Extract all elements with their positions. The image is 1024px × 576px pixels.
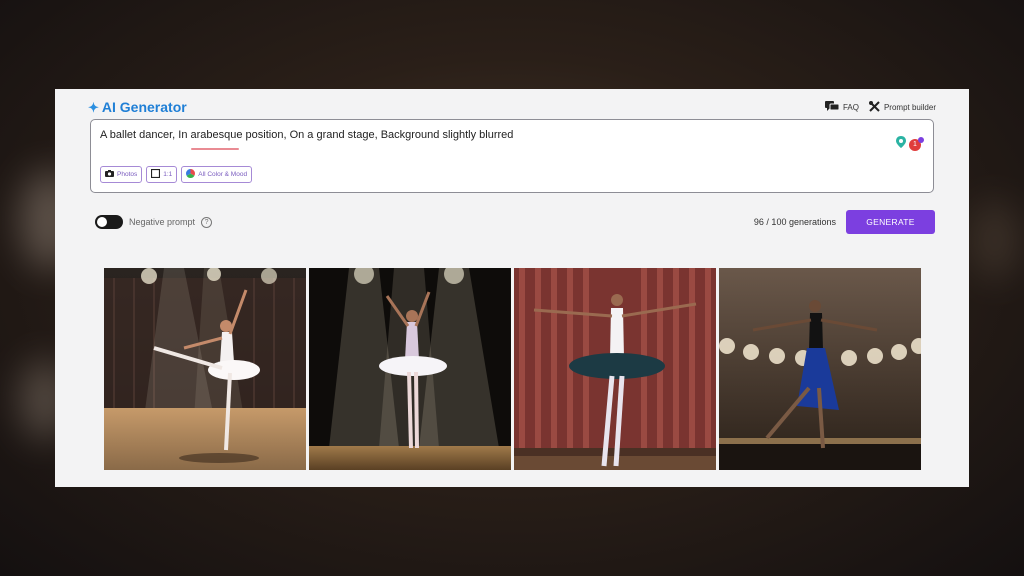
generate-button[interactable]: GENERATE xyxy=(846,210,935,234)
brand: ✦ AI Generator xyxy=(88,99,187,115)
sparkle-icon: ✦ xyxy=(88,99,99,115)
chip-label: 1:1 xyxy=(163,171,173,178)
faq-label: FAQ xyxy=(842,102,859,112)
chat-bubbles-icon xyxy=(824,100,840,114)
generated-image[interactable] xyxy=(309,268,511,470)
prompt-text[interactable]: A ballet dancer, In arabesque position, … xyxy=(100,129,513,141)
faq-link[interactable]: FAQ xyxy=(824,100,859,114)
generated-image[interactable] xyxy=(104,268,306,470)
controls-row: Negative prompt ? 96 / 100 generations G… xyxy=(95,210,935,234)
prompt-input[interactable]: A ballet dancer, In arabesque position, … xyxy=(90,119,934,193)
prompt-icons: 1 xyxy=(896,135,924,153)
chip-label: All Color & Mood xyxy=(198,171,248,178)
spellcheck-underline xyxy=(191,148,239,150)
chip-label: Photos xyxy=(117,171,138,178)
chip-color-mood[interactable]: All Color & Mood xyxy=(181,166,253,183)
help-icon[interactable]: ? xyxy=(201,216,213,228)
prompt-builder-link[interactable]: Prompt builder xyxy=(868,100,936,114)
chip-aspect-ratio[interactable]: 1:1 xyxy=(146,166,178,183)
generator-panel: ✦ AI Generator FAQ Prompt builder A ball… xyxy=(55,89,969,487)
generate-area: 96 / 100 generations GENERATE xyxy=(754,210,935,234)
negative-prompt-control: Negative prompt ? xyxy=(95,215,213,229)
color-wheel-icon xyxy=(186,169,196,180)
negative-prompt-toggle[interactable] xyxy=(95,215,123,229)
background-blur xyxy=(970,200,1020,280)
brand-title: AI Generator xyxy=(101,99,187,115)
tools-icon xyxy=(868,100,880,114)
generated-image[interactable] xyxy=(719,268,921,470)
location-pin-icon[interactable] xyxy=(896,135,906,153)
badge-dot-icon xyxy=(918,137,924,143)
top-links: FAQ Prompt builder xyxy=(824,100,936,114)
negative-prompt-label: Negative prompt xyxy=(129,217,196,227)
chip-photos[interactable]: Photos xyxy=(100,166,143,183)
prompt-builder-label: Prompt builder xyxy=(883,102,936,112)
camera-icon xyxy=(105,170,114,179)
image-gallery xyxy=(104,268,921,470)
chip-row: Photos 1:1 All Color & Mood xyxy=(100,166,253,183)
square-icon xyxy=(151,168,161,180)
generations-count: 96 / 100 generations xyxy=(753,217,836,227)
top-bar: ✦ AI Generator FAQ Prompt builder xyxy=(88,98,936,116)
generated-image[interactable] xyxy=(514,268,716,470)
notification-badge[interactable]: 1 xyxy=(909,137,924,151)
